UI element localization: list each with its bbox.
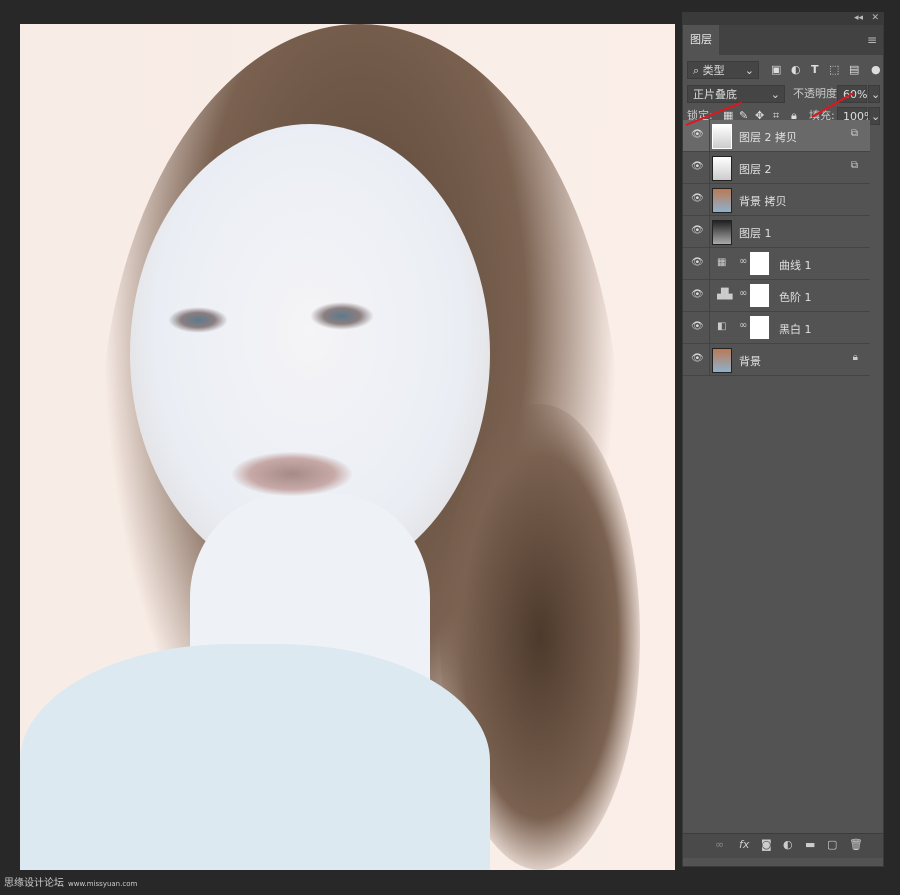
- filter-toggle[interactable]: ●: [871, 61, 881, 79]
- lock-icon: 🔒︎: [852, 352, 858, 363]
- levels-icon: ▟▙: [717, 289, 733, 300]
- new-layer-icon[interactable]: ▢: [827, 838, 837, 851]
- filter-pixel-icon[interactable]: ▣: [771, 61, 781, 79]
- watermark-url: www.missyuan.com: [68, 880, 138, 888]
- visibility-eye-icon[interactable]: 👁︎: [691, 161, 704, 172]
- visibility-eye-icon[interactable]: 👁︎: [691, 321, 704, 332]
- filter-kind-select[interactable]: ⌕ 类型 ⌄: [687, 61, 759, 79]
- layer-name: 图层 1: [739, 227, 772, 240]
- layer-thumbnail: [712, 348, 732, 373]
- opacity-dropdown[interactable]: ⌄: [868, 85, 880, 103]
- portrait-eye-right: [310, 302, 374, 330]
- visibility-eye-icon[interactable]: 👁︎: [691, 225, 704, 236]
- layer-row[interactable]: 👁︎ ◧ ∞ 黑白 1: [683, 312, 870, 344]
- new-group-icon[interactable]: ▬: [805, 838, 815, 851]
- layer-mask-thumbnail[interactable]: [750, 316, 769, 339]
- layers-footer: ∞ fx ◙ ◐ ▬ ▢ 🗑︎: [683, 833, 883, 858]
- layer-name: 背景: [739, 355, 761, 368]
- layer-name: 黑白 1: [779, 323, 812, 336]
- layer-mask-thumbnail[interactable]: [750, 252, 769, 275]
- close-icon[interactable]: ✕: [871, 13, 879, 23]
- opacity-label: 不透明度:: [793, 87, 841, 100]
- watermark: 思缘设计论坛 www.missyuan.com: [4, 874, 137, 889]
- smart-object-icon: ⧉: [850, 160, 858, 171]
- filter-type-icon[interactable]: T: [811, 61, 819, 79]
- panel-menu-icon[interactable]: ≡: [867, 33, 877, 47]
- layers-panel: ◂◂ ✕ 图层 ≡ ⌕ 类型 ⌄ ▣ ◐ T ⬚ ▤ ● 正片叠底 ⌄ 不透明度: 6…: [682, 12, 884, 867]
- watermark-site: 思缘设计论坛: [4, 878, 64, 889]
- link-icon[interactable]: ∞: [739, 320, 747, 331]
- layer-thumbnail: [712, 188, 732, 213]
- layers-list: 👁︎ 图层 2 拷贝 ⧉ 👁︎ 图层 2 ⧉ 👁︎ 背景 拷贝 👁︎ 图层 1 👁︎ ▦ ∞ 曲线…: [683, 120, 870, 376]
- visibility-eye-icon[interactable]: 👁︎: [691, 353, 704, 364]
- portrait-lips: [232, 452, 352, 496]
- layer-mask-thumbnail[interactable]: [750, 284, 769, 307]
- link-layers-icon[interactable]: ∞: [715, 838, 724, 851]
- layer-name: 背景 拷贝: [739, 195, 787, 208]
- delete-layer-icon[interactable]: 🗑︎: [849, 838, 863, 851]
- smart-object-icon: ⧉: [850, 128, 858, 139]
- layer-thumbnail: [712, 156, 732, 181]
- curves-icon: ▦: [717, 257, 727, 268]
- visibility-eye-icon[interactable]: 👁︎: [691, 257, 704, 268]
- tab-layers[interactable]: 图层: [683, 25, 719, 55]
- link-icon[interactable]: ∞: [739, 256, 747, 267]
- blend-mode-value: 正片叠底: [693, 88, 737, 101]
- visibility-eye-icon[interactable]: 👁︎: [691, 289, 704, 300]
- layer-name: 图层 2 拷贝: [739, 131, 797, 144]
- layer-thumbnail: [712, 124, 732, 149]
- layer-row[interactable]: 👁︎ 背景 🔒︎: [683, 344, 870, 376]
- link-icon[interactable]: ∞: [739, 288, 747, 299]
- filter-shape-icon[interactable]: ⬚: [829, 61, 839, 79]
- layer-row[interactable]: 👁︎ ▦ ∞ 曲线 1: [683, 248, 870, 280]
- adjustment-layer-icon[interactable]: ◐: [783, 838, 793, 851]
- fx-icon[interactable]: fx: [739, 838, 749, 851]
- layer-row[interactable]: 👁︎ ▟▙ ∞ 色阶 1: [683, 280, 870, 312]
- layer-row[interactable]: 👁︎ 图层 2 拷贝 ⧉: [683, 120, 870, 152]
- portrait-blouse: [20, 644, 490, 870]
- filter-adjustment-icon[interactable]: ◐: [791, 61, 801, 79]
- blend-mode-select[interactable]: 正片叠底 ⌄: [687, 85, 785, 103]
- layer-row[interactable]: 👁︎ 背景 拷贝: [683, 184, 870, 216]
- layer-name: 色阶 1: [779, 291, 812, 304]
- document-canvas[interactable]: [20, 24, 675, 870]
- add-mask-icon[interactable]: ◙: [761, 838, 772, 851]
- collapse-icon[interactable]: ◂◂: [854, 13, 863, 23]
- visibility-eye-icon[interactable]: 👁︎: [691, 129, 704, 140]
- filter-smart-object-icon[interactable]: ▤: [849, 61, 859, 79]
- layer-thumbnail: [712, 220, 732, 245]
- portrait-eye-left: [168, 307, 228, 333]
- black-white-icon: ◧: [717, 321, 727, 332]
- layer-name: 图层 2: [739, 163, 772, 176]
- layer-row[interactable]: 👁︎ 图层 1: [683, 216, 870, 248]
- visibility-eye-icon[interactable]: 👁︎: [691, 193, 704, 204]
- layer-row[interactable]: 👁︎ 图层 2 ⧉: [683, 152, 870, 184]
- filter-kind-value: 类型: [702, 64, 725, 77]
- layer-name: 曲线 1: [779, 259, 812, 272]
